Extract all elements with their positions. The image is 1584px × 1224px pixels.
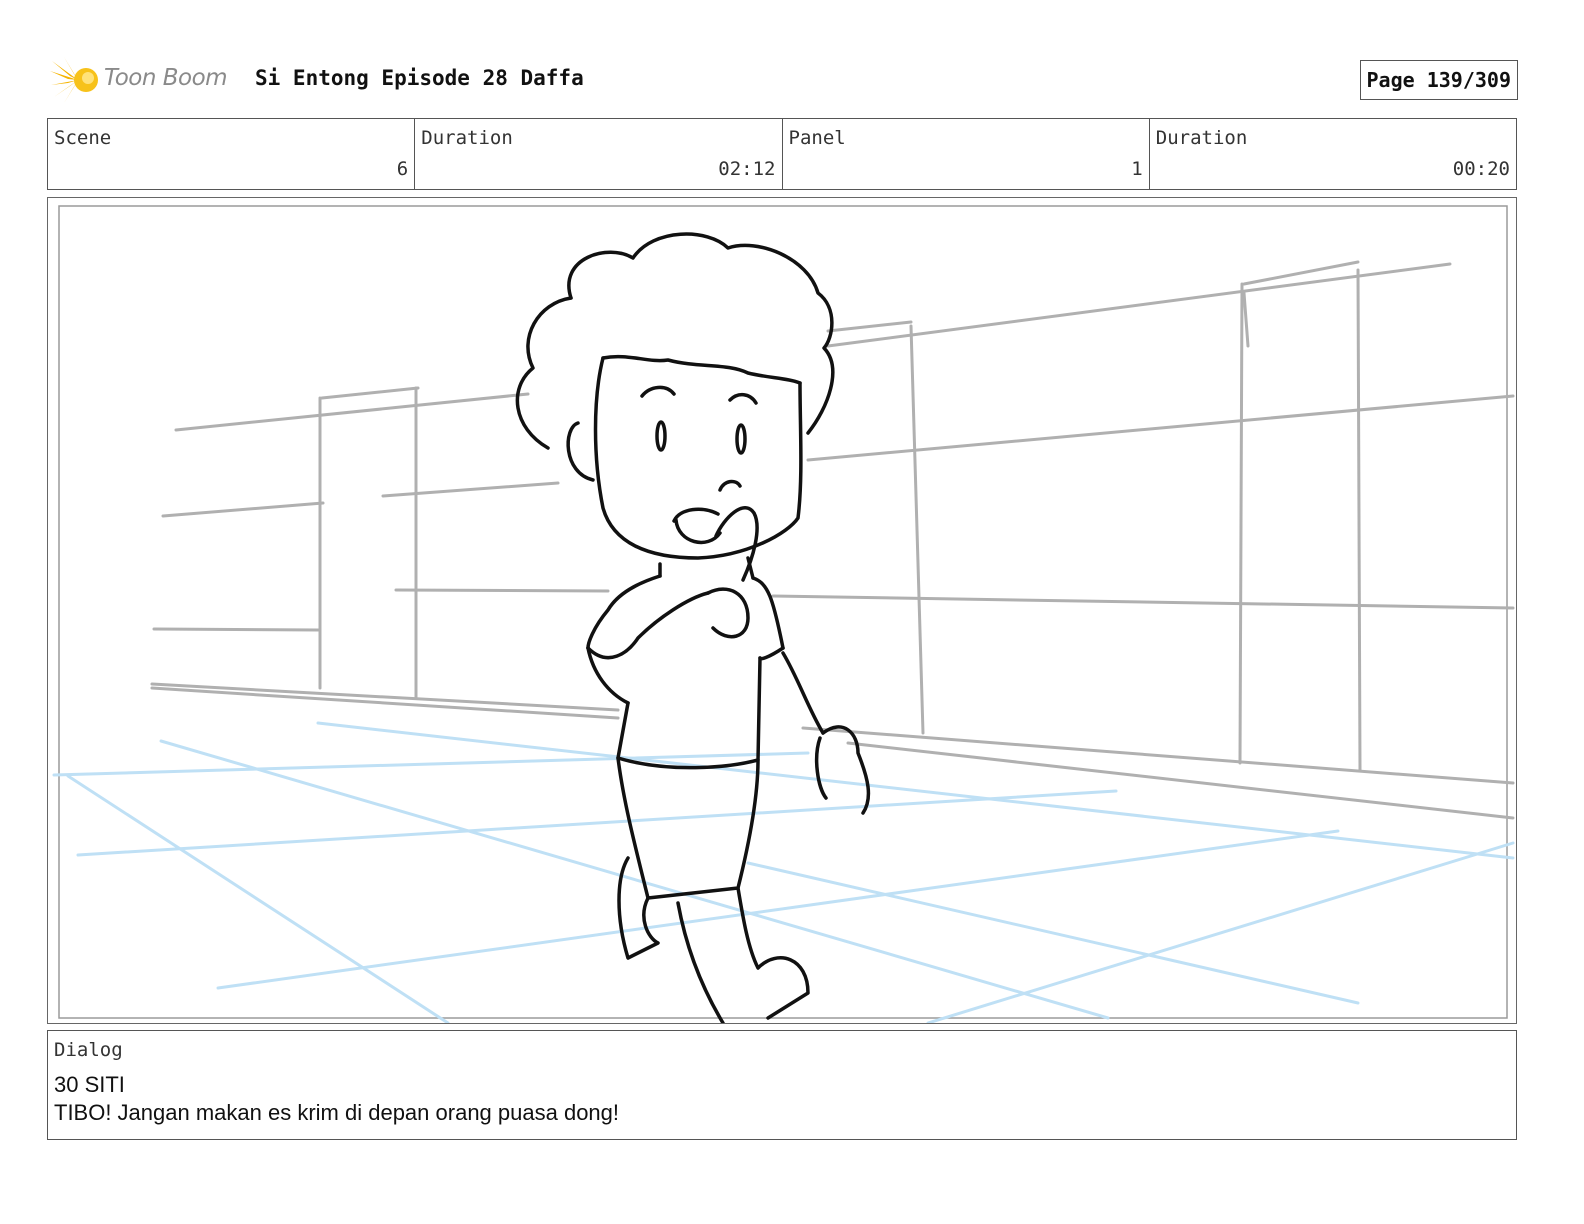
scene-duration-label: Duration bbox=[421, 127, 513, 149]
scene-label: Scene bbox=[54, 127, 112, 149]
scene-value: 6 bbox=[396, 158, 409, 180]
logo-text: Toon Boom bbox=[104, 65, 228, 91]
panel-label: Panel bbox=[788, 127, 846, 149]
panel-duration-label: Duration bbox=[1155, 127, 1248, 149]
scene-duration-cell: Duration 02:12 bbox=[415, 119, 783, 189]
background-wall-sketch bbox=[150, 260, 1515, 820]
panel-sketch bbox=[52, 205, 1515, 1023]
dialog-text-line: TIBO! Jangan makan es krim di depan oran… bbox=[54, 1100, 620, 1125]
scene-info-table: Scene 6 Duration 02:12 Panel 1 Duration … bbox=[47, 118, 1517, 190]
floor-perspective-sketch bbox=[52, 721, 1515, 1023]
dialog-box: Dialog 30 SITI TIBO! Jangan makan es kri… bbox=[47, 1030, 1517, 1140]
toon-boom-logo: Toon Boom bbox=[50, 55, 240, 105]
scene-duration-value: 02:12 bbox=[718, 158, 776, 180]
panel-cell: Panel 1 bbox=[783, 119, 1150, 189]
storyboard-panel bbox=[47, 197, 1517, 1024]
panel-duration-value: 00:20 bbox=[1452, 158, 1510, 180]
page-number: Page 139/309 bbox=[1359, 60, 1518, 100]
document-title: Si Entong Episode 28 Daffa bbox=[255, 66, 584, 90]
dialog-label: Dialog bbox=[54, 1039, 123, 1061]
dialog-speaker-line: 30 SITI bbox=[54, 1072, 125, 1097]
scene-cell: Scene 6 bbox=[48, 119, 416, 189]
panel-duration-cell: Duration 00:20 bbox=[1150, 119, 1516, 189]
panel-value: 1 bbox=[1131, 158, 1143, 180]
page-header: Toon Boom Si Entong Episode 28 Daffa Pag… bbox=[50, 55, 1520, 105]
starburst-icon bbox=[50, 57, 98, 103]
